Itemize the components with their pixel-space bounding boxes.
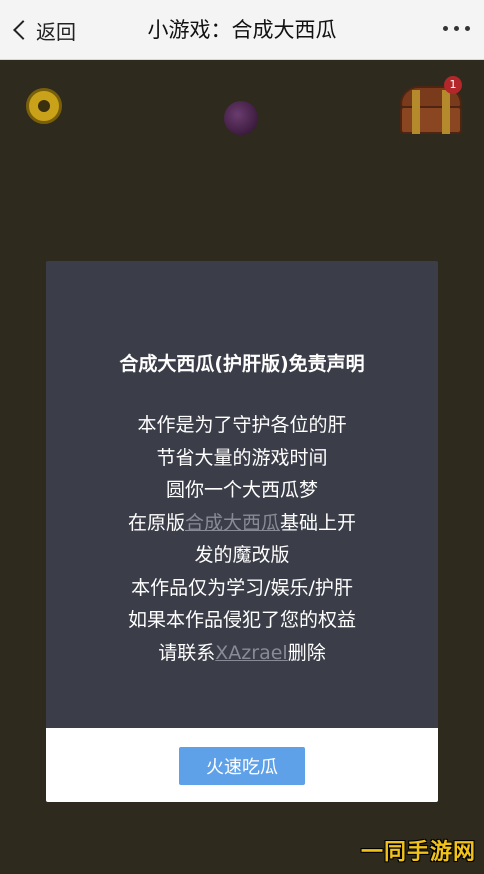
body-line: 节省大量的游戏时间 bbox=[156, 446, 328, 469]
body-text: 请联系 bbox=[158, 641, 216, 664]
dialog-body: 本作是为了守护各位的肝 节省大量的游戏时间 圆你一个大西瓜梦 在原版合成大西瓜基… bbox=[46, 409, 438, 669]
dot bbox=[443, 26, 448, 31]
dot bbox=[465, 26, 470, 31]
dot bbox=[454, 26, 459, 31]
chest-box bbox=[400, 106, 462, 134]
settings-coin-icon[interactable] bbox=[26, 88, 62, 124]
next-fruit bbox=[224, 101, 258, 135]
dialog-footer: 火速吃瓜 bbox=[46, 728, 438, 802]
page-title: 小游戏：合成大西瓜 bbox=[147, 18, 337, 42]
body-line: 在原版合成大西瓜基础上开 bbox=[46, 507, 438, 540]
original-game-link[interactable]: 合成大西瓜 bbox=[185, 512, 280, 534]
chest-band bbox=[442, 90, 450, 134]
body-line: 发的魔改版 bbox=[194, 544, 290, 566]
body-text: 基础上开 bbox=[280, 511, 357, 534]
more-menu-icon[interactable] bbox=[443, 26, 470, 31]
treasure-chest-icon[interactable]: 1 bbox=[398, 76, 464, 136]
disclaimer-dialog: 合成大西瓜(护肝版)免责声明 本作是为了守护各位的肝 节省大量的游戏时间 圆你一… bbox=[46, 261, 438, 802]
chest-band bbox=[412, 90, 420, 134]
site-watermark: 一同手游网 bbox=[360, 840, 476, 865]
body-text: 删除 bbox=[287, 641, 326, 664]
body-line: 如果本作品侵犯了您的权益 bbox=[127, 609, 356, 631]
body-line: 请联系XAzrael删除 bbox=[46, 637, 438, 670]
author-contact-link[interactable]: XAzrael bbox=[215, 642, 287, 664]
body-line: 本作品仅为学习/娱乐/护肝 bbox=[131, 576, 353, 599]
notification-badge: 1 bbox=[444, 76, 462, 94]
confirm-button[interactable]: 火速吃瓜 bbox=[179, 747, 305, 785]
body-line: 本作是为了守护各位的肝 bbox=[137, 414, 347, 436]
body-line: 圆你一个大西瓜梦 bbox=[165, 479, 318, 501]
body-text: 在原版 bbox=[127, 511, 185, 534]
dialog-title: 合成大西瓜(护肝版)免责声明 bbox=[119, 353, 365, 375]
nav-bar: 返回 小游戏：合成大西瓜 bbox=[0, 0, 484, 60]
